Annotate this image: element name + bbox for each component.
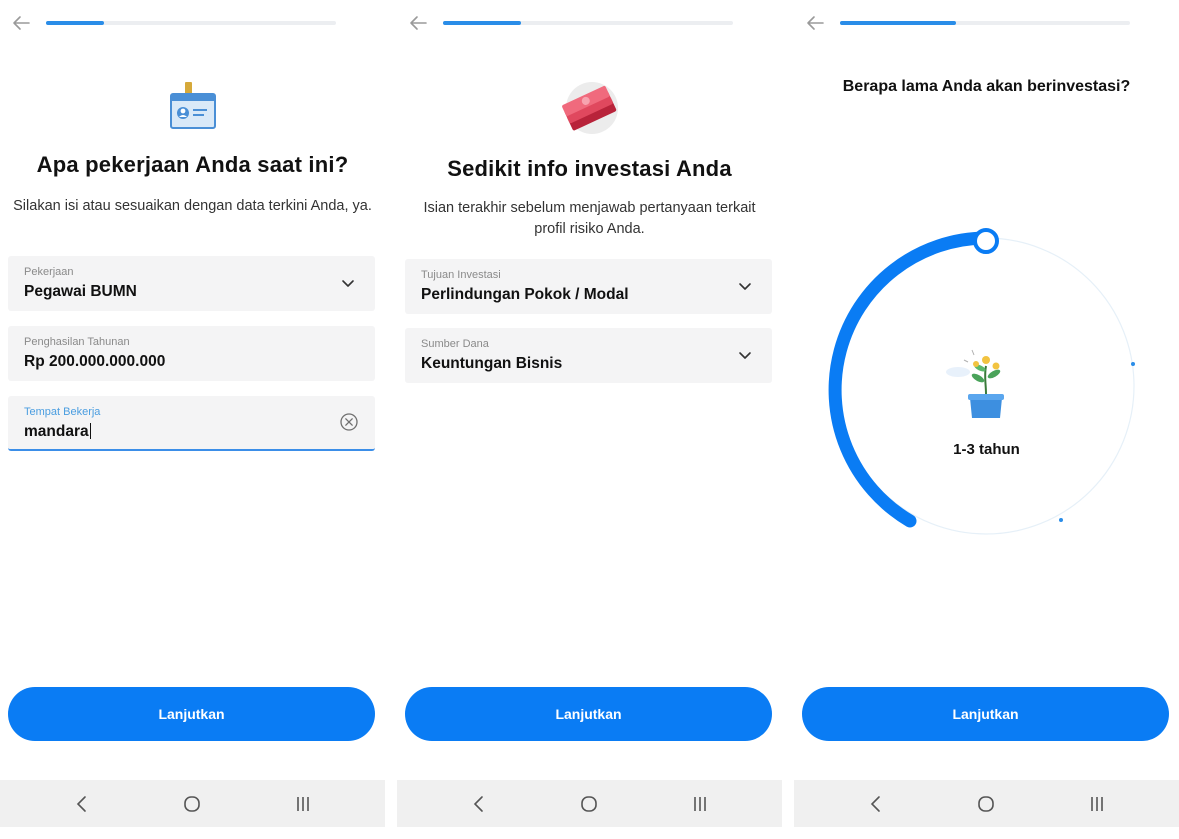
nav-recents-icon[interactable] — [688, 792, 712, 816]
field-value: Rp 200.000.000.000 — [24, 353, 166, 370]
question-title: Berapa lama Anda akan berinvestasi? — [842, 78, 1131, 95]
id-card-icon — [169, 82, 216, 129]
continue-button[interactable]: Lanjutkan — [802, 687, 1169, 741]
field-value: Perlindungan Pokok / Modal — [421, 286, 629, 303]
continue-button[interactable]: Lanjutkan — [405, 687, 772, 741]
nav-home-icon[interactable] — [577, 792, 601, 816]
top-bar — [407, 12, 772, 36]
chevron-down-icon — [739, 283, 751, 290]
system-navbar — [794, 780, 1179, 827]
clear-icon[interactable] — [339, 412, 359, 432]
system-navbar — [0, 780, 385, 827]
input-text: mandara — [24, 423, 89, 440]
page-subtitle: Silakan isi atau sesuaikan dengan data t… — [13, 198, 372, 214]
nav-back-icon[interactable] — [467, 792, 491, 816]
screen-investment-duration: Berapa lama Anda akan berinvestasi? 1-3 … — [794, 0, 1179, 839]
duration-dial[interactable] — [824, 228, 1144, 538]
chevron-down-icon — [342, 280, 354, 287]
field-label: Tempat Bekerja — [24, 406, 101, 418]
investment-goal-dropdown[interactable]: Tujuan Investasi Perlindungan Pokok / Mo… — [405, 259, 772, 314]
occupation-dropdown[interactable]: Pekerjaan Pegawai BUMN — [8, 256, 375, 311]
back-arrow-icon[interactable] — [804, 12, 826, 34]
money-stack-icon — [561, 82, 618, 134]
text-cursor — [89, 423, 92, 439]
field-label: Tujuan Investasi — [421, 269, 501, 281]
page-title: Sedikit info investasi Anda — [447, 156, 732, 181]
progress-fill — [443, 21, 522, 25]
annual-income-field[interactable]: Penghasilan Tahunan Rp 200.000.000.000 — [8, 326, 375, 381]
progress-fill — [46, 21, 104, 25]
nav-recents-icon[interactable] — [291, 792, 315, 816]
field-value: mandara — [24, 423, 92, 441]
field-label: Pekerjaan — [24, 266, 74, 278]
system-navbar — [397, 780, 782, 827]
workplace-input[interactable]: Tempat Bekerja mandara — [8, 396, 375, 451]
nav-recents-icon[interactable] — [1085, 792, 1109, 816]
top-bar — [804, 12, 1169, 36]
progress-fill — [840, 21, 956, 25]
field-value: Keuntungan Bisnis — [421, 355, 563, 372]
top-bar — [10, 12, 375, 36]
field-value: Pegawai BUMN — [24, 283, 137, 300]
field-label: Penghasilan Tahunan — [24, 336, 130, 348]
nav-home-icon[interactable] — [180, 792, 204, 816]
nav-back-icon[interactable] — [864, 792, 888, 816]
back-arrow-icon[interactable] — [10, 12, 32, 34]
screen-occupation: Apa pekerjaan Anda saat ini? Silakan isi… — [0, 0, 385, 839]
page-title: Apa pekerjaan Anda saat ini? — [36, 152, 349, 177]
progress-bar — [46, 21, 336, 25]
chevron-down-icon — [739, 352, 751, 359]
selected-duration-label: 1-3 tahun — [953, 441, 1020, 458]
progress-bar — [840, 21, 1130, 25]
nav-back-icon[interactable] — [70, 792, 94, 816]
continue-button[interactable]: Lanjutkan — [8, 687, 375, 741]
source-of-funds-dropdown[interactable]: Sumber Dana Keuntungan Bisnis — [405, 328, 772, 383]
progress-bar — [443, 21, 733, 25]
nav-home-icon[interactable] — [974, 792, 998, 816]
field-label: Sumber Dana — [421, 338, 489, 350]
page-subtitle: Isian terakhir sebelum menjawab pertanya… — [423, 200, 756, 237]
screen-investment-info: Sedikit info investasi Anda Isian terakh… — [397, 0, 782, 839]
plant-pot-icon — [946, 349, 1004, 418]
back-arrow-icon[interactable] — [407, 12, 429, 34]
